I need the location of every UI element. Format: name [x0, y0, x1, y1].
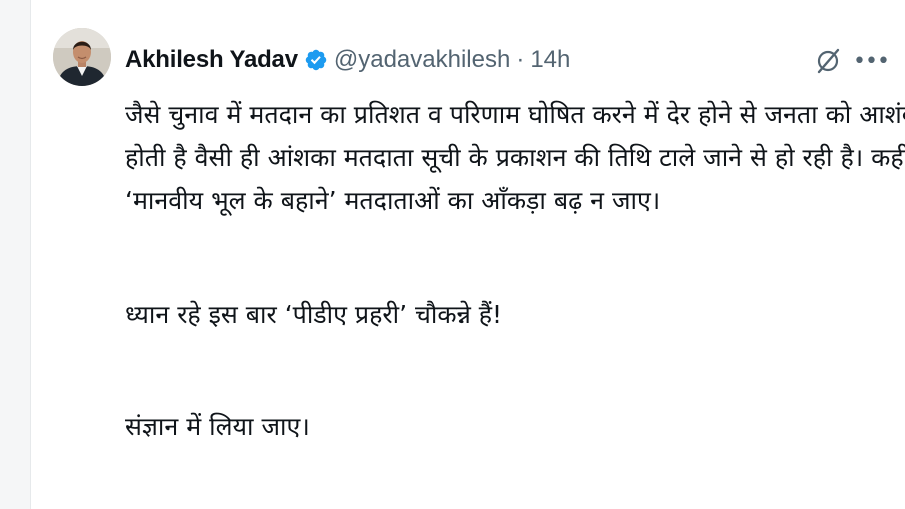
more-icon[interactable]: ••• — [853, 46, 890, 76]
author-handle[interactable]: @yadavakhilesh — [334, 46, 510, 74]
tweet-card[interactable]: Akhilesh Yadav @yadavakhilesh · 14h ••• … — [30, 0, 905, 509]
author-name[interactable]: Akhilesh Yadav — [125, 46, 298, 74]
verified-badge-icon[interactable] — [304, 48, 328, 72]
tweet-text-line: ‘मानवीय भूल के बहाने’ मतदाताओं का आँकड़ा… — [125, 186, 661, 215]
separator-dot: · — [516, 46, 525, 73]
tweet-text-line: ध्यान रहे इस बार ‘पीडीए प्रहरी’ चौकन्ने … — [125, 300, 503, 329]
tweet-header: Akhilesh Yadav @yadavakhilesh · 14h — [125, 42, 570, 78]
tweet-text-line: जैसे चुनाव में मतदान का प्रतिशत व परिणाम… — [125, 100, 905, 129]
tweet-text-line: होती है वैसी ही आंशका मतदाता सूची के प्र… — [125, 143, 905, 172]
grok-icon[interactable] — [813, 46, 843, 76]
avatar[interactable] — [53, 28, 111, 86]
timestamp[interactable]: 14h — [530, 46, 570, 74]
tweet-text-line: संज्ञान में लिया जाए। — [125, 412, 310, 441]
